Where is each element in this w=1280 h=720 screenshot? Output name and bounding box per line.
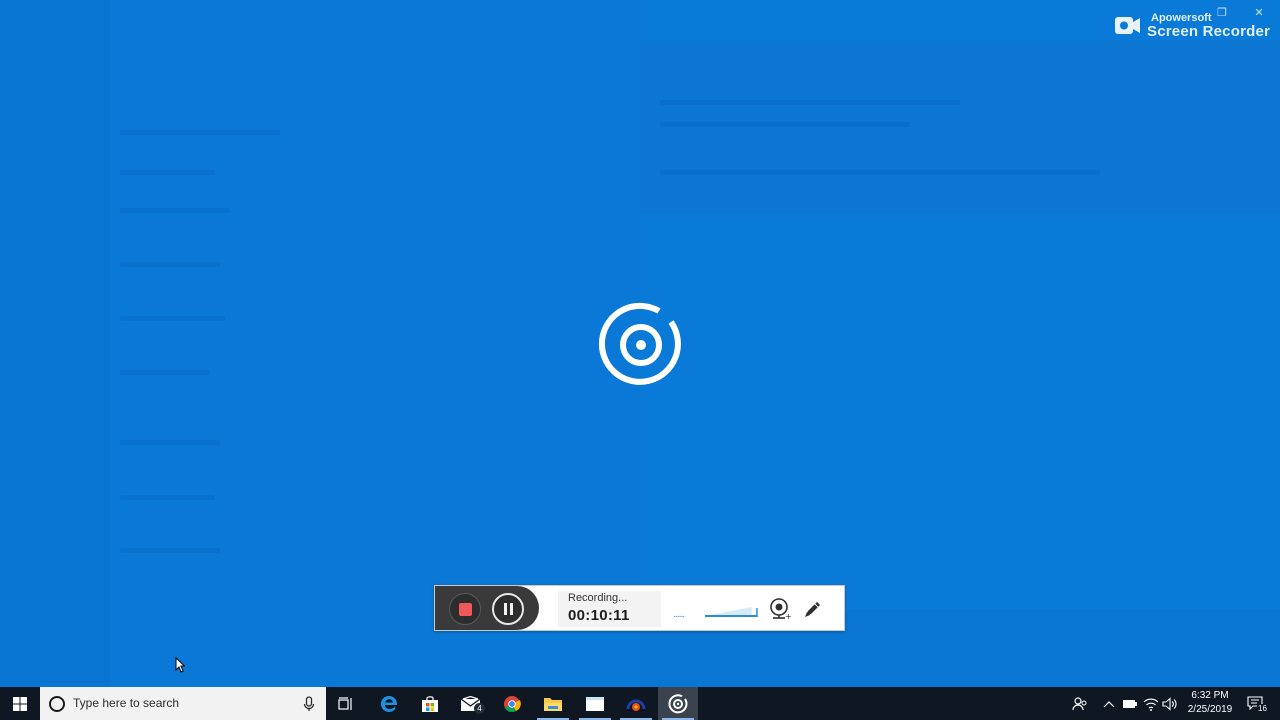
blurred-line [120, 316, 225, 321]
watermark-product: Screen Recorder [1147, 23, 1271, 40]
people-button[interactable] [1070, 687, 1090, 720]
blurred-sidebar [0, 0, 110, 687]
task-view-button[interactable] [326, 687, 366, 720]
mail-badge: 4 [474, 703, 485, 714]
search-placeholder: Type here to search [73, 696, 180, 710]
microphone-icon[interactable] [303, 696, 315, 712]
close-icon[interactable]: ✕ [1253, 7, 1265, 19]
battery-icon [1123, 699, 1137, 708]
task-view-icon [338, 696, 352, 710]
file-explorer-icon [544, 697, 562, 711]
recorder-toolbar: Recording... 00:10:11 ...... + [434, 585, 845, 631]
blurred-line [120, 495, 215, 500]
restore-icon[interactable]: ❐ [1216, 7, 1228, 19]
notification-count: 16 [1257, 704, 1268, 713]
people-icon [1072, 696, 1087, 710]
battery-button[interactable] [1120, 687, 1140, 720]
blurred-line [120, 208, 230, 213]
clock-time: 6:32 PM [1191, 690, 1229, 701]
blurred-line [120, 440, 220, 445]
blurred-line [120, 130, 280, 135]
media-app-icon [626, 699, 646, 711]
blurred-line [660, 100, 960, 105]
window-icon [586, 696, 604, 711]
start-icon [13, 697, 27, 711]
svg-text:+: + [785, 612, 792, 621]
volume-slider[interactable] [703, 602, 761, 618]
start-button[interactable] [0, 687, 40, 720]
blurred-line [660, 170, 1100, 175]
volume-button[interactable] [1160, 687, 1180, 720]
taskbar-app-recorder[interactable] [658, 687, 698, 720]
taskbar-app-media[interactable] [616, 687, 656, 720]
screen-recorder-logo-icon [1115, 16, 1140, 34]
blurred-line [120, 370, 210, 375]
action-center-button[interactable]: 16 [1243, 687, 1271, 720]
clock-date: 2/25/2019 [1187, 704, 1233, 715]
recorder-app-icon [668, 693, 688, 713]
taskbar-app-edge[interactable] [369, 687, 409, 720]
recording-status: Recording... [568, 592, 628, 604]
blurred-line [660, 122, 910, 127]
search-icon [49, 696, 65, 712]
network-button[interactable] [1141, 687, 1161, 720]
mouse-cursor-icon [175, 657, 185, 673]
store-icon [422, 695, 438, 712]
taskbar-app-window[interactable] [575, 687, 615, 720]
chrome-icon [504, 695, 521, 712]
taskbar: Type here to search 4 6:32 PM 2/25/2019 … [0, 687, 1280, 720]
blurred-line [120, 170, 215, 175]
recording-elapsed-time: 00:10:11 [568, 607, 630, 624]
edge-icon [381, 695, 398, 712]
pen-icon[interactable] [802, 598, 824, 620]
volume-icon [1162, 696, 1177, 711]
blurred-line [120, 262, 220, 267]
taskbar-app-store[interactable] [410, 687, 450, 720]
blurred-line [120, 548, 220, 553]
recorder-center-logo-icon [598, 302, 681, 385]
screen-recorder-watermark: Apowersoft Screen Recorder [1114, 13, 1270, 39]
blurred-ribbon [640, 40, 1280, 215]
stop-button[interactable] [449, 593, 481, 625]
webcam-icon[interactable]: + [768, 597, 792, 621]
show-hidden-icons-button[interactable] [1100, 687, 1118, 720]
pause-button[interactable] [492, 593, 524, 625]
taskbar-app-mail[interactable]: 4 [451, 687, 491, 720]
wifi-icon [1143, 698, 1159, 711]
chevron-up-icon [1103, 700, 1115, 707]
taskbar-search[interactable]: Type here to search [40, 687, 326, 720]
system-clock[interactable]: 6:32 PM 2/25/2019 [1178, 689, 1242, 717]
audio-level-dots: ...... [673, 610, 685, 620]
recorder-controls [435, 586, 539, 630]
taskbar-app-chrome[interactable] [492, 687, 532, 720]
taskbar-app-file-explorer[interactable] [533, 687, 573, 720]
